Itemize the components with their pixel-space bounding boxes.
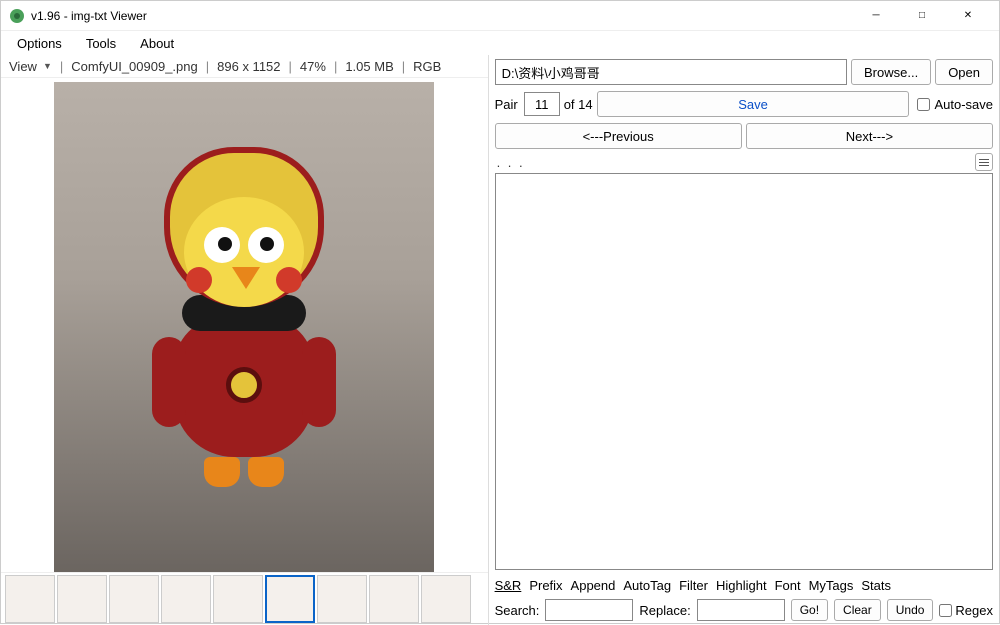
regex-checkbox[interactable]: Regex bbox=[939, 603, 993, 618]
thumbnail[interactable] bbox=[213, 575, 263, 623]
tab-mytags[interactable]: MyTags bbox=[809, 578, 854, 593]
view-dropdown[interactable]: View ▼ bbox=[9, 59, 52, 74]
autosave-label: Auto-save bbox=[934, 97, 993, 112]
zoom-label: 47% bbox=[300, 59, 326, 74]
menu-tools[interactable]: Tools bbox=[76, 34, 126, 53]
menu-about[interactable]: About bbox=[130, 34, 184, 53]
open-button[interactable]: Open bbox=[935, 59, 993, 85]
thumbnail[interactable] bbox=[317, 575, 367, 623]
go-button[interactable]: Go! bbox=[791, 599, 828, 621]
thumbnail[interactable] bbox=[109, 575, 159, 623]
filesize-label: 1.05 MB bbox=[345, 59, 393, 74]
replace-input[interactable] bbox=[697, 599, 785, 621]
tab-prefix[interactable]: Prefix bbox=[529, 578, 562, 593]
view-toolbar: View ▼ | ComfyUI_00909_.png | 896 x 1152… bbox=[1, 55, 488, 78]
chevron-down-icon: ▼ bbox=[43, 61, 52, 71]
autosave-input[interactable] bbox=[917, 98, 930, 111]
tab-highlight[interactable]: Highlight bbox=[716, 578, 767, 593]
pair-index-input[interactable] bbox=[524, 92, 560, 116]
thumbnail-strip bbox=[1, 572, 488, 625]
thumbnail[interactable] bbox=[161, 575, 211, 623]
app-icon bbox=[9, 8, 25, 24]
search-label: Search: bbox=[495, 603, 540, 618]
tab-font[interactable]: Font bbox=[775, 578, 801, 593]
left-pane: View ▼ | ComfyUI_00909_.png | 896 x 1152… bbox=[1, 55, 489, 625]
caption-textarea[interactable] bbox=[495, 173, 993, 570]
previous-button[interactable]: <---Previous bbox=[495, 123, 742, 149]
window-title: v1.96 - img-txt Viewer bbox=[31, 9, 853, 23]
thumbnail[interactable] bbox=[57, 575, 107, 623]
tab-sr[interactable]: S&R bbox=[495, 578, 522, 593]
menubar: Options Tools About bbox=[1, 31, 999, 55]
pair-label: Pair bbox=[495, 97, 518, 112]
tab-append[interactable]: Append bbox=[571, 578, 616, 593]
colormode-label: RGB bbox=[413, 59, 441, 74]
autosave-checkbox[interactable]: Auto-save bbox=[917, 97, 993, 112]
thumbnail-selected[interactable] bbox=[265, 575, 315, 623]
regex-label: Regex bbox=[955, 603, 993, 618]
save-button[interactable]: Save bbox=[597, 91, 910, 117]
tool-tabs: S&R Prefix Append AutoTag Filter Highlig… bbox=[495, 574, 993, 595]
pair-total-label: of 14 bbox=[564, 97, 593, 112]
path-input[interactable] bbox=[495, 59, 847, 85]
close-button[interactable]: ✕ bbox=[945, 1, 991, 31]
tab-stats[interactable]: Stats bbox=[861, 578, 891, 593]
status-ellipsis: . . . bbox=[495, 155, 971, 170]
view-label: View bbox=[9, 59, 37, 74]
hamburger-icon[interactable] bbox=[975, 153, 993, 171]
menu-options[interactable]: Options bbox=[7, 34, 72, 53]
clear-button[interactable]: Clear bbox=[834, 599, 881, 621]
browse-button[interactable]: Browse... bbox=[851, 59, 931, 85]
image-viewer[interactable] bbox=[1, 78, 488, 572]
next-button[interactable]: Next---> bbox=[746, 123, 993, 149]
thumbnail[interactable] bbox=[5, 575, 55, 623]
search-input[interactable] bbox=[545, 599, 633, 621]
right-pane: Browse... Open Pair of 14 Save Auto-save… bbox=[489, 55, 999, 625]
regex-input[interactable] bbox=[939, 604, 952, 617]
tab-autotag[interactable]: AutoTag bbox=[623, 578, 671, 593]
titlebar: v1.96 - img-txt Viewer ─ □ ✕ bbox=[1, 1, 999, 31]
undo-button[interactable]: Undo bbox=[887, 599, 934, 621]
tab-filter[interactable]: Filter bbox=[679, 578, 708, 593]
replace-label: Replace: bbox=[639, 603, 690, 618]
search-replace-row: Search: Replace: Go! Clear Undo Regex bbox=[495, 595, 993, 625]
displayed-image bbox=[54, 82, 434, 572]
thumbnail[interactable] bbox=[369, 575, 419, 623]
minimize-button[interactable]: ─ bbox=[853, 1, 899, 31]
maximize-button[interactable]: □ bbox=[899, 1, 945, 31]
dimensions-label: 896 x 1152 bbox=[217, 59, 280, 74]
filename-label: ComfyUI_00909_.png bbox=[71, 59, 197, 74]
thumbnail[interactable] bbox=[421, 575, 471, 623]
